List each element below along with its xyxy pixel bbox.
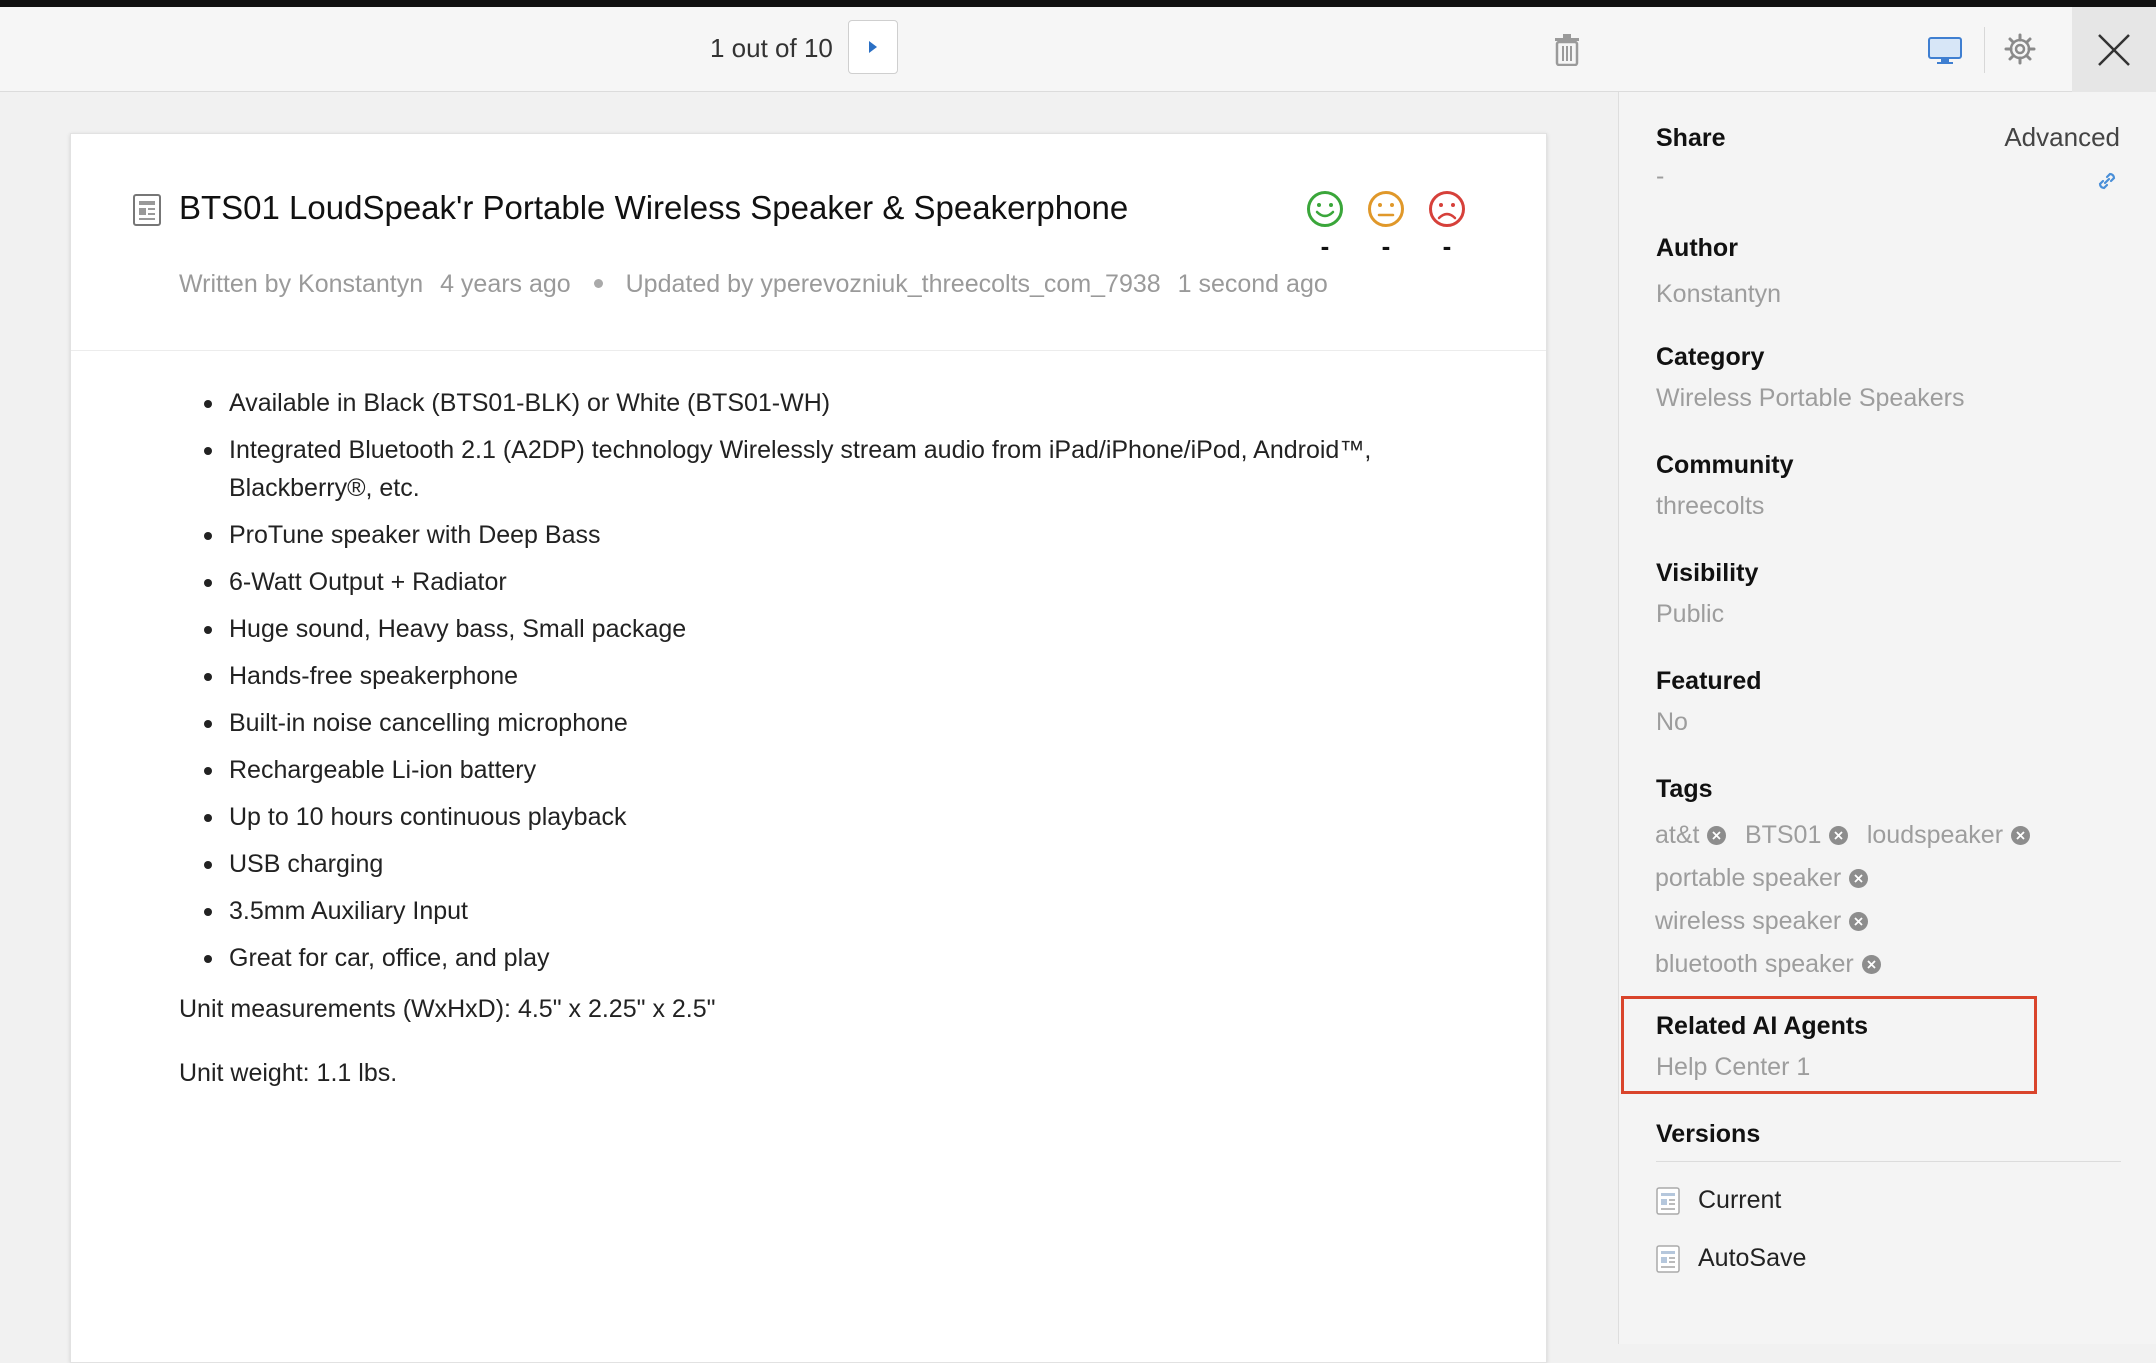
tag-item: loudspeaker [1866,814,2031,857]
gear-icon [2004,33,2036,65]
tag-item: wireless speaker [1655,900,1869,943]
author-label: Author [1656,234,1738,262]
version-name: AutoSave [1698,1244,1807,1272]
written-ago: 4 years ago [440,270,571,298]
list-item: Available in Black (BTS01-BLK) or White … [179,384,1479,422]
list-item: 3.5mm Auxiliary Input [179,892,1479,930]
list-item: Built-in noise cancelling microphone [179,704,1479,742]
list-item: USB charging [179,845,1479,883]
meta-separator [593,278,603,288]
rating-neutral[interactable]: - [1366,190,1406,261]
pager-text: 1 out of 10 [710,33,833,63]
version-name: Current [1698,1186,1782,1214]
preview-button[interactable] [1925,33,1965,69]
article-header: BTS01 LoudSpeak'r Portable Wireless Spea… [71,134,1546,351]
remove-tag-icon[interactable] [1861,955,1881,974]
tags-label: Tags [1656,775,1713,803]
next-article-button[interactable] [848,20,898,74]
updated-ago: 1 second ago [1177,270,1328,298]
rating-neutral-count: - [1381,231,1391,261]
rating-happy-count: - [1320,231,1330,261]
tag-label: BTS01 [1744,821,1822,849]
written-by: Written by Konstantyn [179,270,424,298]
versions-divider [1656,1161,2121,1162]
tag-item: bluetooth speaker [1655,943,1881,986]
tag-label: bluetooth speaker [1655,950,1854,978]
unit-measurements: Unit measurements (WxHxD): 4.5" x 2.25" … [179,995,716,1023]
document-icon [1656,1186,1680,1215]
document-icon [1656,1244,1680,1273]
rating-happy[interactable]: - [1305,190,1345,261]
author-value: Konstantyn [1656,280,1782,308]
link-icon[interactable] [2094,168,2120,194]
article-body: Available in Black (BTS01-BLK) or White … [179,384,1479,1120]
close-icon [2098,33,2130,66]
list-item: ProTune speaker with Deep Bass [179,516,1479,554]
remove-tag-icon[interactable] [1849,912,1869,931]
list-item: Great for car, office, and play [179,939,1479,977]
monitor-icon [1928,37,1962,64]
versions-label: Versions [1656,1120,1761,1148]
trash-icon [1555,34,1579,66]
article-area: BTS01 LoudSpeak'r Portable Wireless Spea… [0,92,1618,1363]
visibility-label: Visibility [1656,559,1759,587]
share-value: - [1656,162,1665,190]
tag-label: portable speaker [1655,864,1842,892]
featured-label: Featured [1656,667,1762,695]
category-value: Wireless Portable Speakers [1656,384,1965,412]
remove-tag-icon[interactable] [1829,826,1849,845]
neutral-face-icon [1368,191,1404,227]
list-item: Up to 10 hours continuous playback [179,798,1479,836]
remove-tag-icon[interactable] [2011,826,2031,845]
toolbar-divider [1984,27,1985,73]
list-item: Huge sound, Heavy bass, Small package [179,610,1479,648]
list-item: Rechargeable Li-ion battery [179,751,1479,789]
tag-label: wireless speaker [1655,907,1842,935]
remove-tag-icon[interactable] [1849,869,1869,888]
advanced-link[interactable]: Advanced [2004,122,2120,153]
community-label: Community [1656,451,1794,479]
visibility-value: Public [1656,600,1725,628]
list-item: Hands-free speakerphone [179,657,1479,695]
related-ai-agents-label: Related AI Agents [1656,1012,1869,1040]
version-autosave[interactable]: AutoSave [1656,1244,1806,1273]
sad-face-icon [1429,191,1465,227]
happy-face-icon [1307,191,1343,227]
settings-button[interactable] [2000,29,2040,69]
delete-button[interactable] [1550,31,1584,69]
rating-sad-count: - [1442,231,1452,261]
tag-list: at&t BTS01 loudspeaker portable speaker … [1655,814,2085,986]
document-icon [133,194,161,226]
updated-by: Updated by yperevozniuk_threecolts_com_7… [625,270,1161,298]
community-value: threecolts [1656,492,1765,520]
top-strip [0,0,2156,7]
related-ai-agents-value[interactable]: Help Center 1 [1656,1053,1810,1082]
tag-item: portable speaker [1655,857,1869,900]
rating-sad[interactable]: - [1427,190,1467,261]
list-item: Integrated Bluetooth 2.1 (A2DP) technolo… [179,431,1479,507]
close-button[interactable] [2072,7,2156,92]
list-item: 6-Watt Output + Radiator [179,563,1479,601]
tag-label: loudspeaker [1866,821,2004,849]
article-title: BTS01 LoudSpeak'r Portable Wireless Spea… [179,189,1129,226]
article-card: BTS01 LoudSpeak'r Portable Wireless Spea… [70,133,1547,1363]
details-sidebar: Share Advanced - Author Konstantyn Categ… [1618,92,2156,1344]
share-label: Share [1656,124,1726,152]
tag-item: at&t [1655,814,1727,857]
triangle-right-icon [869,41,877,53]
tag-item: BTS01 [1744,814,1849,857]
tag-label: at&t [1655,821,1700,849]
featured-value: No [1656,708,1688,736]
remove-tag-icon[interactable] [1707,826,1727,845]
version-current[interactable]: Current [1656,1186,1781,1215]
feature-list: Available in Black (BTS01-BLK) or White … [179,384,1479,977]
toolbar: 1 out of 10 [0,7,2156,92]
article-meta: Written by Konstantyn 4 years ago Update… [179,270,1338,299]
unit-weight: Unit weight: 1.1 lbs. [179,1059,398,1087]
category-label: Category [1656,343,1765,371]
